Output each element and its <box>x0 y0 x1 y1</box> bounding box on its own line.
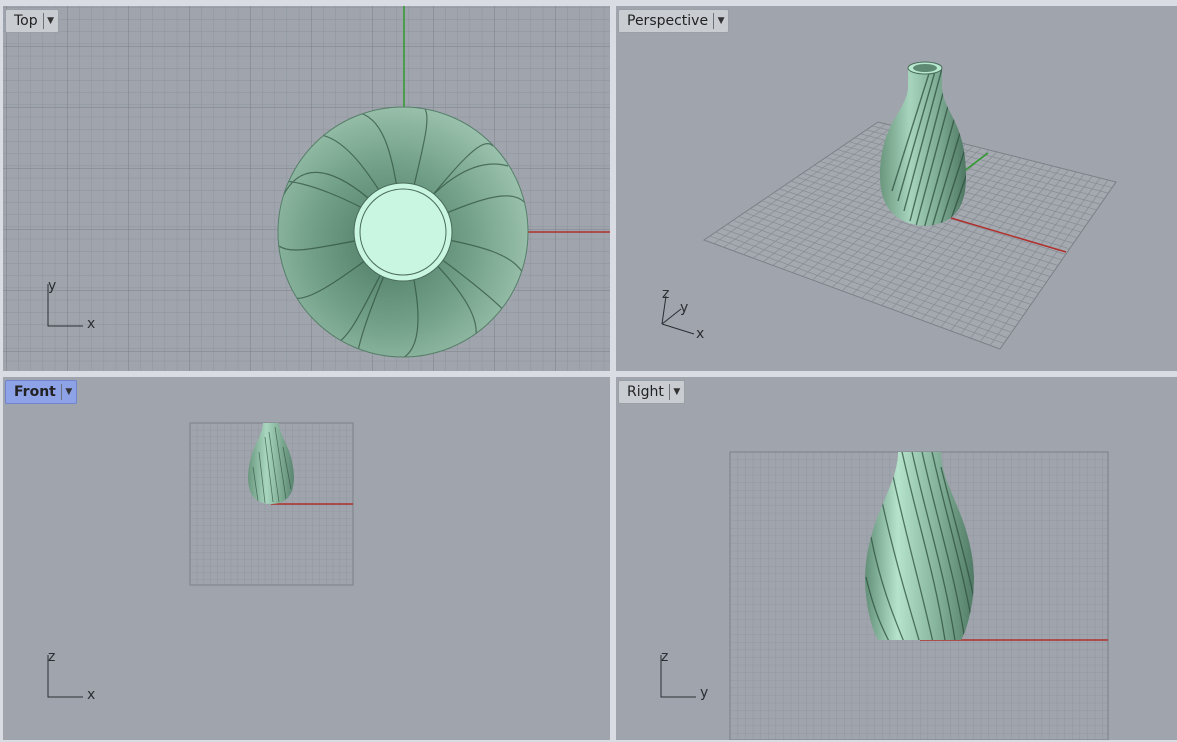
viewport-perspective[interactable]: z y x Perspective ▼ <box>616 6 1177 371</box>
chevron-down-icon[interactable]: ▼ <box>44 10 58 32</box>
axis-gizmo-front: z x <box>47 649 95 703</box>
axis-label-y: y <box>700 685 708 701</box>
viewport-title-perspective[interactable]: Perspective <box>619 10 713 32</box>
vase-top-view[interactable] <box>277 106 529 358</box>
axis-gizmo-right: z y <box>660 649 708 701</box>
viewport-front[interactable]: z x Front ▼ <box>3 377 610 740</box>
viewport-top[interactable]: y x Top ▼ <box>3 6 610 371</box>
viewport-right[interactable]: z y Right ▼ <box>616 377 1177 740</box>
right-viewport-canvas[interactable]: z y <box>616 377 1177 740</box>
perspective-viewport-canvas[interactable]: z y x <box>616 6 1177 371</box>
axis-gizmo-perspective: z y x <box>661 286 704 342</box>
viewport-title-right[interactable]: Right <box>619 381 669 403</box>
chevron-down-icon[interactable]: ▼ <box>714 10 728 32</box>
viewport-title-front[interactable]: Front <box>6 381 61 403</box>
chevron-down-icon[interactable]: ▼ <box>62 381 76 403</box>
tab-top[interactable]: Top ▼ <box>5 9 59 33</box>
axis-label-z: z <box>662 286 669 302</box>
axis-label-x: x <box>87 316 95 332</box>
viewport-title-top[interactable]: Top <box>6 10 43 32</box>
axis-label-x: x <box>696 326 704 342</box>
top-viewport-canvas[interactable]: y x <box>3 6 610 371</box>
axis-label-z: z <box>48 649 55 665</box>
tab-perspective[interactable]: Perspective ▼ <box>618 9 730 33</box>
tab-right[interactable]: Right ▼ <box>618 380 685 404</box>
chevron-down-icon[interactable]: ▼ <box>670 381 684 403</box>
vase-opening <box>353 182 453 282</box>
tab-front[interactable]: Front ▼ <box>5 380 77 404</box>
axis-label-x: x <box>87 687 95 703</box>
axis-label-y: y <box>48 278 56 294</box>
axis-label-z: z <box>661 649 668 665</box>
front-viewport-canvas[interactable]: z x <box>3 377 610 740</box>
axis-label-y: y <box>680 300 688 316</box>
